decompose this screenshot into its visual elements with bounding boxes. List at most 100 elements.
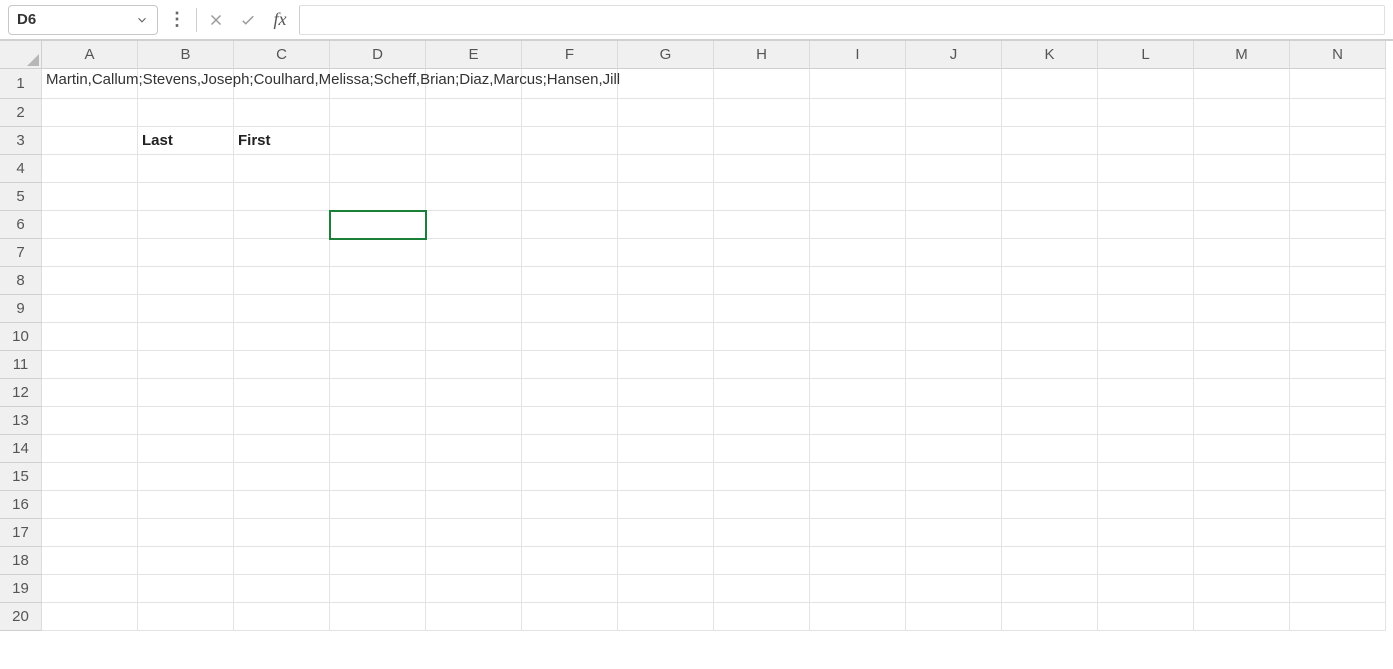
cell-L1[interactable]: [1098, 69, 1194, 99]
cell-A2[interactable]: [42, 99, 138, 127]
cell-M2[interactable]: [1194, 99, 1290, 127]
cell-E19[interactable]: [426, 575, 522, 603]
cell-K4[interactable]: [1002, 155, 1098, 183]
cell-A5[interactable]: [42, 183, 138, 211]
cell-M15[interactable]: [1194, 463, 1290, 491]
cell-N5[interactable]: [1290, 183, 1386, 211]
cell-B17[interactable]: [138, 519, 234, 547]
cell-F15[interactable]: [522, 463, 618, 491]
column-header-A[interactable]: A: [42, 41, 138, 69]
cell-G11[interactable]: [618, 351, 714, 379]
cell-K3[interactable]: [1002, 127, 1098, 155]
cell-C8[interactable]: [234, 267, 330, 295]
cell-I11[interactable]: [810, 351, 906, 379]
cell-D15[interactable]: [330, 463, 426, 491]
cell-L12[interactable]: [1098, 379, 1194, 407]
cell-E11[interactable]: [426, 351, 522, 379]
name-box[interactable]: D6: [8, 5, 158, 35]
cell-K14[interactable]: [1002, 435, 1098, 463]
cell-L4[interactable]: [1098, 155, 1194, 183]
cell-E13[interactable]: [426, 407, 522, 435]
cell-J10[interactable]: [906, 323, 1002, 351]
cell-B16[interactable]: [138, 491, 234, 519]
cell-K18[interactable]: [1002, 547, 1098, 575]
cell-A1[interactable]: Martin,Callum;Stevens,Joseph;Coulhard,Me…: [42, 69, 138, 99]
cell-H19[interactable]: [714, 575, 810, 603]
cell-H16[interactable]: [714, 491, 810, 519]
cell-I8[interactable]: [810, 267, 906, 295]
cell-N19[interactable]: [1290, 575, 1386, 603]
cell-J19[interactable]: [906, 575, 1002, 603]
cell-H13[interactable]: [714, 407, 810, 435]
cell-C18[interactable]: [234, 547, 330, 575]
cell-A15[interactable]: [42, 463, 138, 491]
row-header-17[interactable]: 17: [0, 519, 42, 547]
cell-H18[interactable]: [714, 547, 810, 575]
cell-C14[interactable]: [234, 435, 330, 463]
cell-G13[interactable]: [618, 407, 714, 435]
cell-F6[interactable]: [522, 211, 618, 239]
column-header-J[interactable]: J: [906, 41, 1002, 69]
cell-G5[interactable]: [618, 183, 714, 211]
cell-G8[interactable]: [618, 267, 714, 295]
row-header-19[interactable]: 19: [0, 575, 42, 603]
cell-H17[interactable]: [714, 519, 810, 547]
column-header-M[interactable]: M: [1194, 41, 1290, 69]
cell-C11[interactable]: [234, 351, 330, 379]
cell-B18[interactable]: [138, 547, 234, 575]
cell-L14[interactable]: [1098, 435, 1194, 463]
cell-E8[interactable]: [426, 267, 522, 295]
cell-B4[interactable]: [138, 155, 234, 183]
cell-L16[interactable]: [1098, 491, 1194, 519]
cell-M3[interactable]: [1194, 127, 1290, 155]
cell-L8[interactable]: [1098, 267, 1194, 295]
column-header-D[interactable]: D: [330, 41, 426, 69]
cell-K15[interactable]: [1002, 463, 1098, 491]
cell-D2[interactable]: [330, 99, 426, 127]
cell-C10[interactable]: [234, 323, 330, 351]
cell-I2[interactable]: [810, 99, 906, 127]
cell-C5[interactable]: [234, 183, 330, 211]
cell-K13[interactable]: [1002, 407, 1098, 435]
row-header-4[interactable]: 4: [0, 155, 42, 183]
cell-N2[interactable]: [1290, 99, 1386, 127]
cell-J5[interactable]: [906, 183, 1002, 211]
cell-N3[interactable]: [1290, 127, 1386, 155]
cell-M12[interactable]: [1194, 379, 1290, 407]
cell-D1[interactable]: [330, 69, 426, 99]
row-header-15[interactable]: 15: [0, 463, 42, 491]
row-header-12[interactable]: 12: [0, 379, 42, 407]
cell-G17[interactable]: [618, 519, 714, 547]
cell-I17[interactable]: [810, 519, 906, 547]
cell-B14[interactable]: [138, 435, 234, 463]
cell-A19[interactable]: [42, 575, 138, 603]
cell-G7[interactable]: [618, 239, 714, 267]
cell-K1[interactable]: [1002, 69, 1098, 99]
cell-A6[interactable]: [42, 211, 138, 239]
cell-B6[interactable]: [138, 211, 234, 239]
cell-H2[interactable]: [714, 99, 810, 127]
cell-C13[interactable]: [234, 407, 330, 435]
cell-H4[interactable]: [714, 155, 810, 183]
cell-N20[interactable]: [1290, 603, 1386, 631]
cell-J20[interactable]: [906, 603, 1002, 631]
cell-D20[interactable]: [330, 603, 426, 631]
column-header-N[interactable]: N: [1290, 41, 1386, 69]
cell-J14[interactable]: [906, 435, 1002, 463]
cell-A14[interactable]: [42, 435, 138, 463]
cell-M1[interactable]: [1194, 69, 1290, 99]
cell-K19[interactable]: [1002, 575, 1098, 603]
cell-F17[interactable]: [522, 519, 618, 547]
cell-D18[interactable]: [330, 547, 426, 575]
cell-H7[interactable]: [714, 239, 810, 267]
row-header-18[interactable]: 18: [0, 547, 42, 575]
cell-G4[interactable]: [618, 155, 714, 183]
cell-D6[interactable]: [330, 211, 426, 239]
cell-D5[interactable]: [330, 183, 426, 211]
cell-N1[interactable]: [1290, 69, 1386, 99]
cell-L10[interactable]: [1098, 323, 1194, 351]
cell-J17[interactable]: [906, 519, 1002, 547]
cell-G1[interactable]: [618, 69, 714, 99]
cell-C15[interactable]: [234, 463, 330, 491]
cell-N17[interactable]: [1290, 519, 1386, 547]
